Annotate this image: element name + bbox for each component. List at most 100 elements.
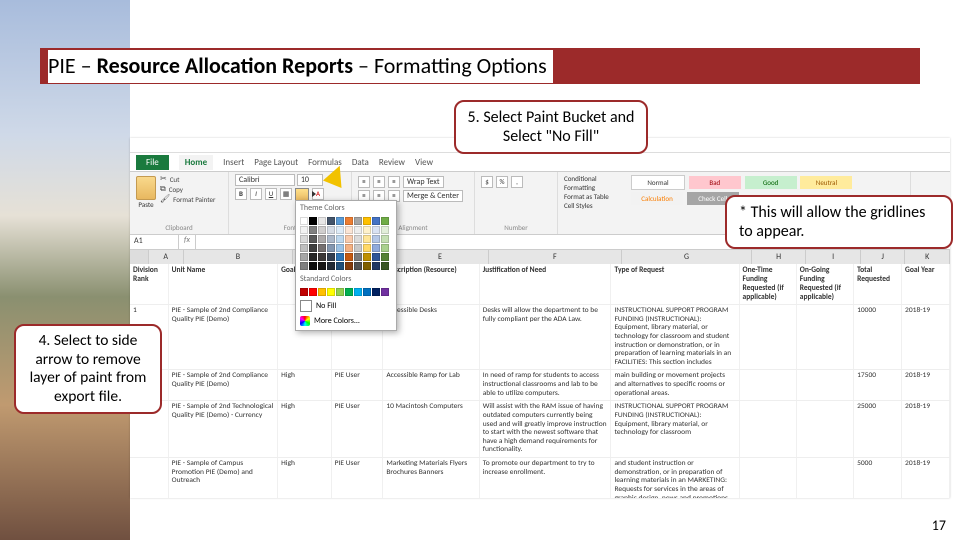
paste-icon[interactable] xyxy=(136,176,156,200)
table-row[interactable]: PIE - Sample of Campus Promotion PIE (De… xyxy=(130,458,950,498)
style-good[interactable]: Good xyxy=(745,176,797,189)
color-swatch[interactable] xyxy=(336,217,344,225)
style-neutral[interactable]: Neutral xyxy=(800,176,852,189)
color-swatch[interactable] xyxy=(354,288,362,296)
color-swatch[interactable] xyxy=(309,262,317,270)
color-swatch[interactable] xyxy=(318,226,326,234)
table-row[interactable]: PIE - Sample of 2nd Compliance Quality P… xyxy=(130,370,950,401)
name-box[interactable]: A1 xyxy=(130,235,179,249)
border-button[interactable]: ▦ xyxy=(280,188,292,200)
color-swatch[interactable] xyxy=(327,288,335,296)
color-swatch[interactable] xyxy=(354,226,362,234)
no-fill-option[interactable]: No Fill xyxy=(296,298,396,314)
fx-icon[interactable]: fx xyxy=(179,235,196,249)
table-row[interactable]: 1PIE - Sample of 2nd Compliance Quality … xyxy=(130,305,950,370)
color-swatch[interactable] xyxy=(300,226,308,234)
color-swatch[interactable] xyxy=(354,262,362,270)
col-letter[interactable]: B xyxy=(184,250,294,264)
color-swatch[interactable] xyxy=(372,262,380,270)
table-row[interactable]: PIE - Sample of 2nd Technological Qualit… xyxy=(130,401,950,458)
align-top[interactable]: ≡ xyxy=(358,176,370,188)
color-swatch[interactable] xyxy=(363,262,371,270)
color-swatch[interactable] xyxy=(336,288,344,296)
color-swatch[interactable] xyxy=(381,217,389,225)
color-swatch[interactable] xyxy=(354,253,362,261)
color-swatch[interactable] xyxy=(336,262,344,270)
color-swatch[interactable] xyxy=(345,244,353,252)
col-letter[interactable]: F xyxy=(489,250,623,264)
color-swatch[interactable] xyxy=(372,235,380,243)
style-bad[interactable]: Bad xyxy=(689,176,741,189)
color-swatch[interactable] xyxy=(300,217,308,225)
color-swatch[interactable] xyxy=(372,288,380,296)
color-swatch[interactable] xyxy=(327,253,335,261)
col-letter[interactable]: G xyxy=(622,250,752,264)
color-swatch[interactable] xyxy=(345,226,353,234)
color-swatch[interactable] xyxy=(336,244,344,252)
color-swatch[interactable] xyxy=(372,253,380,261)
color-swatch[interactable] xyxy=(300,235,308,243)
color-swatch[interactable] xyxy=(336,235,344,243)
color-swatch[interactable] xyxy=(381,244,389,252)
format-painter-button[interactable]: Format Painter xyxy=(160,194,215,204)
tab-pagelayout[interactable]: Page Layout xyxy=(254,157,298,168)
font-size-select[interactable]: 10 xyxy=(297,174,323,186)
color-swatch[interactable] xyxy=(363,235,371,243)
color-swatch[interactable] xyxy=(309,288,317,296)
color-swatch[interactable] xyxy=(363,288,371,296)
color-swatch[interactable] xyxy=(318,235,326,243)
tab-data[interactable]: Data xyxy=(352,157,369,168)
color-swatch[interactable] xyxy=(327,235,335,243)
color-swatch[interactable] xyxy=(363,253,371,261)
tab-review[interactable]: Review xyxy=(379,157,405,168)
color-swatch[interactable] xyxy=(309,226,317,234)
comma-button[interactable]: , xyxy=(511,176,523,188)
color-swatch[interactable] xyxy=(381,226,389,234)
color-swatch[interactable] xyxy=(381,253,389,261)
color-swatch[interactable] xyxy=(336,253,344,261)
tab-insert[interactable]: Insert xyxy=(223,157,244,168)
color-swatch[interactable] xyxy=(318,244,326,252)
color-swatch[interactable] xyxy=(336,226,344,234)
color-swatch[interactable] xyxy=(363,244,371,252)
color-swatch[interactable] xyxy=(327,262,335,270)
color-swatch[interactable] xyxy=(381,288,389,296)
color-swatch[interactable] xyxy=(309,244,317,252)
color-swatch[interactable] xyxy=(300,244,308,252)
color-swatch[interactable] xyxy=(363,226,371,234)
style-calc[interactable]: Calculation xyxy=(631,192,683,205)
color-swatch[interactable] xyxy=(345,262,353,270)
color-swatch[interactable] xyxy=(300,288,308,296)
color-swatch[interactable] xyxy=(345,235,353,243)
color-swatch[interactable] xyxy=(300,262,308,270)
tab-file[interactable]: File xyxy=(136,155,169,170)
percent-button[interactable]: % xyxy=(496,176,508,188)
color-swatch[interactable] xyxy=(372,217,380,225)
color-swatch[interactable] xyxy=(318,288,326,296)
color-swatch[interactable] xyxy=(354,217,362,225)
color-swatch[interactable] xyxy=(318,217,326,225)
color-swatch[interactable] xyxy=(300,253,308,261)
format-table-button[interactable]: Format as Table xyxy=(564,192,624,201)
color-swatch[interactable] xyxy=(327,226,335,234)
color-swatch[interactable] xyxy=(318,262,326,270)
cut-button[interactable]: Cut xyxy=(160,174,215,184)
align-bot[interactable]: ≡ xyxy=(388,176,400,188)
wrap-text-button[interactable]: Wrap Text xyxy=(403,176,444,188)
cell-styles-button[interactable]: Cell Styles xyxy=(564,201,624,210)
copy-button[interactable]: Copy xyxy=(160,184,215,194)
color-swatch[interactable] xyxy=(309,253,317,261)
tab-view[interactable]: View xyxy=(415,157,433,168)
merge-center-button[interactable]: Merge & Center xyxy=(403,190,463,202)
color-swatch[interactable] xyxy=(363,217,371,225)
style-normal[interactable]: Normal xyxy=(631,175,685,190)
col-letter[interactable]: I xyxy=(806,250,860,264)
color-swatch[interactable] xyxy=(372,226,380,234)
color-swatch[interactable] xyxy=(381,262,389,270)
color-swatch[interactable] xyxy=(309,217,317,225)
color-swatch[interactable] xyxy=(345,288,353,296)
color-swatch[interactable] xyxy=(345,217,353,225)
color-swatch[interactable] xyxy=(372,244,380,252)
color-swatch[interactable] xyxy=(309,235,317,243)
more-colors-option[interactable]: More Colors... xyxy=(296,314,396,328)
